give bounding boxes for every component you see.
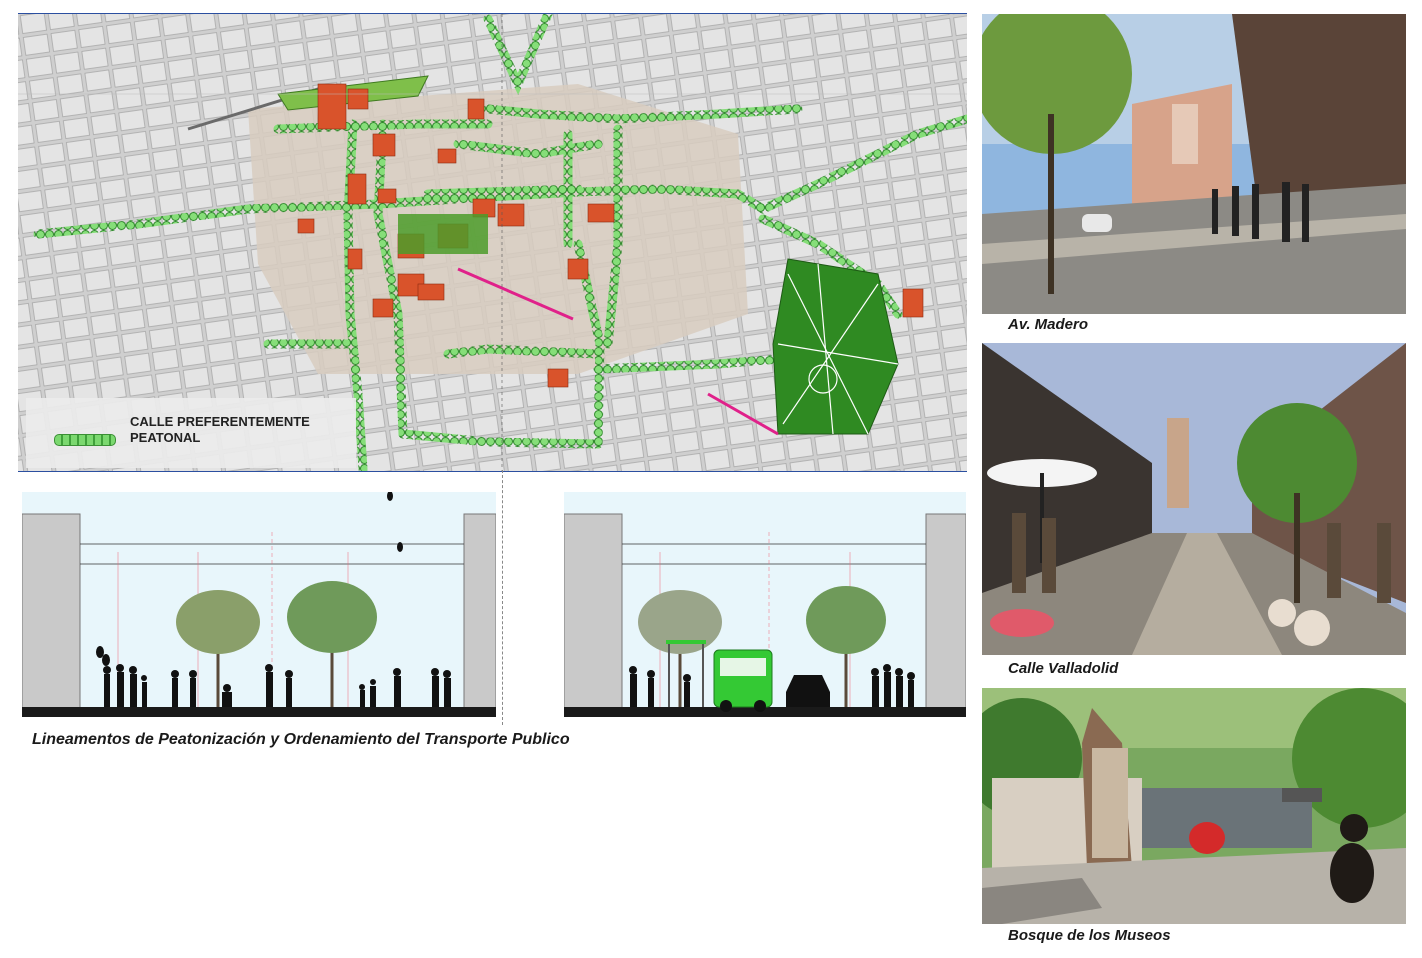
- pedestrian-street-swatch: [54, 434, 116, 446]
- photo-caption-3: Bosque de los Museos: [1008, 927, 1171, 944]
- legend-label: CALLE PREFERENTEMENTE PEATONAL: [130, 414, 310, 445]
- photo-render-2: [982, 343, 1406, 655]
- section-drawing-1: [22, 492, 496, 717]
- photo-av-madero: [982, 14, 1406, 314]
- photo-calle-valladolid: [982, 343, 1406, 655]
- map-legend: CALLE PREFERENTEMENTE PEATONAL: [26, 398, 356, 468]
- section-drawing-2: [564, 513, 966, 717]
- dashed-guide: [502, 470, 503, 725]
- street-section-transit: [564, 492, 966, 717]
- photo-render-3: [982, 688, 1406, 924]
- photo-bosque-museos: [982, 688, 1406, 924]
- photo-caption-1: Av. Madero: [1008, 316, 1089, 333]
- street-section-pedestrian: [22, 492, 496, 717]
- photo-caption-2: Calle Valladolid: [1008, 660, 1119, 677]
- photo-render-1: [982, 14, 1406, 314]
- sections-caption: Lineamentos de Peatonización y Ordenamie…: [32, 731, 570, 748]
